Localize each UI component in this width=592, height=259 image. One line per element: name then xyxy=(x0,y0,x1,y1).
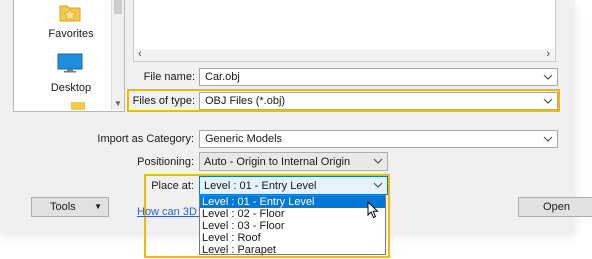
tools-button-label: Tools xyxy=(50,201,76,213)
places-scroll-thumb[interactable] xyxy=(114,0,122,14)
import-category-label: Import as Category: xyxy=(97,133,194,145)
chevron-down-icon[interactable] xyxy=(543,96,553,106)
place-desktop-label: Desktop xyxy=(50,82,92,94)
place-favorites[interactable]: Favorites xyxy=(14,0,112,48)
folder-icon-partial xyxy=(71,102,85,110)
file-list[interactable]: ‹ › xyxy=(133,0,556,62)
file-name-input[interactable]: Car.obj xyxy=(199,68,558,86)
import-category-value: Generic Models xyxy=(205,133,283,145)
positioning-select[interactable]: Auto - Origin to Internal Origin xyxy=(199,152,388,171)
place-at-value: Level : 01 - Entry Level xyxy=(204,180,317,192)
tools-button[interactable]: Tools ▼ xyxy=(31,197,109,217)
level-option[interactable]: Level : 01 - Entry Level xyxy=(200,196,385,208)
place-at-select[interactable]: Level : 01 - Entry Level xyxy=(199,176,388,195)
places-bar: Favorites Desktop ▼ xyxy=(13,0,125,112)
chevron-down-icon[interactable] xyxy=(543,134,553,144)
scroll-right-icon[interactable]: › xyxy=(546,48,550,60)
chevron-down-icon[interactable] xyxy=(373,156,383,166)
chevron-down-icon[interactable] xyxy=(373,180,383,190)
level-option[interactable]: Level : Roof xyxy=(200,232,385,244)
help-link[interactable]: How can 3D st xyxy=(137,206,209,218)
open-button[interactable]: Open xyxy=(518,197,592,217)
file-name-value: Car.obj xyxy=(205,71,240,83)
level-option[interactable]: Level : 03 - Floor xyxy=(200,220,385,232)
level-option[interactable]: Level : Parapet xyxy=(200,244,385,256)
dropdown-triangle-icon: ▼ xyxy=(94,202,102,211)
place-desktop[interactable]: Desktop xyxy=(14,50,112,98)
import-category-select[interactable]: Generic Models xyxy=(199,130,558,148)
positioning-value: Auto - Origin to Internal Origin xyxy=(204,156,351,168)
places-scrollbar[interactable]: ▼ xyxy=(111,0,124,110)
files-of-type-value: OBJ Files (*.obj) xyxy=(205,95,286,107)
files-of-type-select[interactable]: OBJ Files (*.obj) xyxy=(199,92,558,110)
star-folder-icon xyxy=(58,2,82,22)
positioning-label: Positioning: xyxy=(137,156,194,168)
files-of-type-label: Files of type: xyxy=(132,95,195,107)
mouse-cursor-icon xyxy=(367,200,381,219)
chevron-down-icon[interactable] xyxy=(543,72,553,82)
place-favorites-label: Favorites xyxy=(48,28,94,40)
file-name-label: File name: xyxy=(143,71,195,83)
level-option[interactable]: Level : 02 - Floor xyxy=(200,208,385,220)
place-at-dropdown-list[interactable]: Level : 01 - Entry Level Level : 02 - Fl… xyxy=(199,195,386,256)
file-list-hscrollbar[interactable]: ‹ › xyxy=(135,48,554,61)
open-button-label: Open xyxy=(543,201,570,213)
scroll-left-icon[interactable]: ‹ xyxy=(138,48,142,60)
monitor-icon xyxy=(57,53,83,73)
place-at-label: Place at: xyxy=(151,180,194,192)
